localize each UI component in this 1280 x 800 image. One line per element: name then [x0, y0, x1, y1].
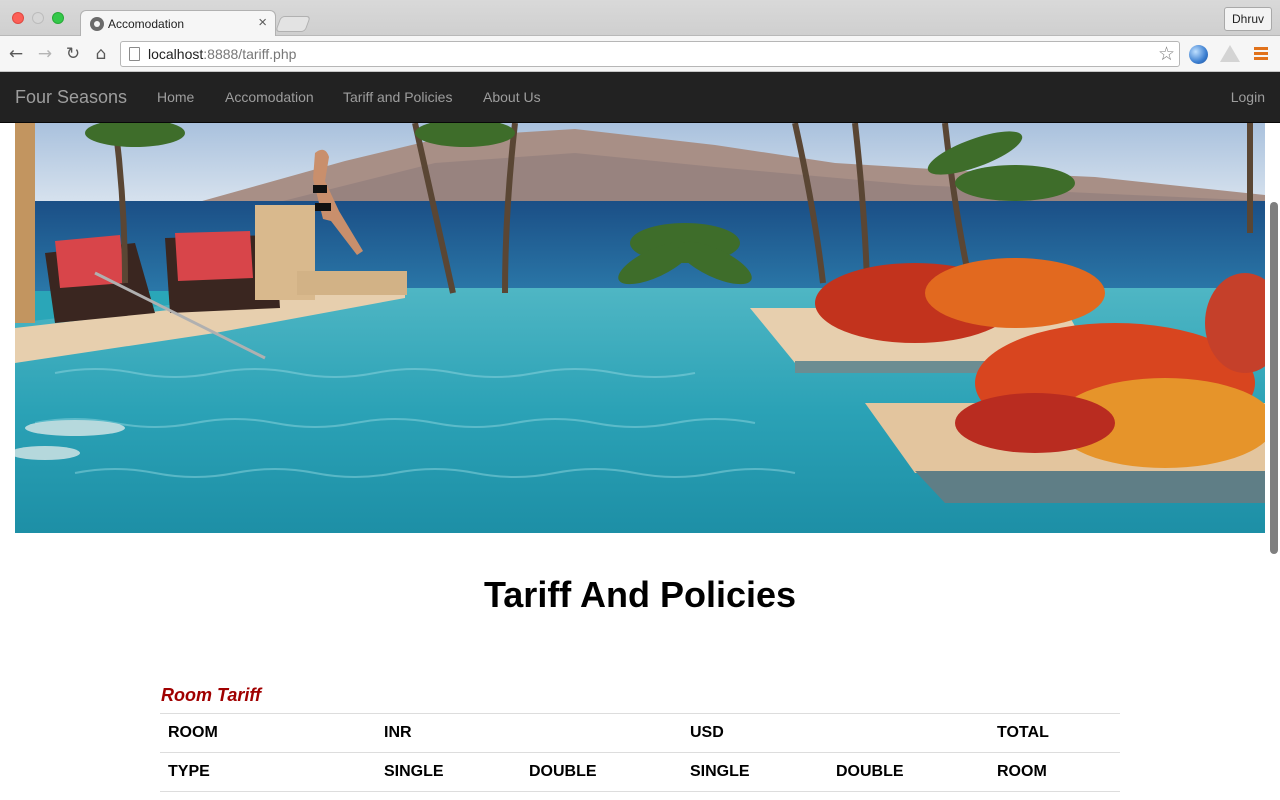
tab-close-icon[interactable]: ×	[258, 14, 267, 31]
nav-link-home[interactable]: Home	[157, 89, 194, 105]
window-minimize-button[interactable]	[32, 12, 44, 24]
url-path: :8888/tariff.php	[203, 46, 297, 62]
address-bar[interactable]: localhost:8888/tariff.php ☆	[120, 41, 1180, 67]
url-text[interactable]: localhost:8888/tariff.php	[148, 46, 296, 62]
nav-link-tariff-and-policies[interactable]: Tariff and Policies	[343, 89, 452, 105]
page-title: Tariff And Policies	[483, 574, 797, 615]
room-tariff-table: ROOM INR USD TOTAL TYPE SINGLE DOUBLE SI…	[160, 713, 1120, 792]
window-close-button[interactable]	[12, 12, 24, 24]
table-cell: ROOM	[989, 752, 1120, 792]
window-zoom-button[interactable]	[52, 12, 64, 24]
chrome-menu-icon[interactable]	[1254, 47, 1268, 60]
new-tab-button[interactable]	[275, 16, 311, 32]
table-row: ROOM INR USD TOTAL	[160, 713, 1120, 753]
browser-toolbar: ← → ↻ ⌂ localhost:8888/tariff.php ☆	[0, 36, 1280, 72]
table-cell: DOUBLE	[521, 752, 682, 792]
table-cell: TOTAL	[989, 713, 1120, 753]
nav-link-login[interactable]: Login	[1231, 89, 1265, 105]
url-host: localhost	[148, 46, 204, 62]
tab-favicon-icon	[90, 17, 104, 31]
table-cell	[828, 713, 989, 753]
table-cell: DOUBLE	[828, 752, 989, 792]
profile-button[interactable]: Dhruv	[1223, 7, 1272, 31]
browser-tab-active[interactable]: Accomodation ×	[80, 10, 276, 37]
table-row: TYPE SINGLE DOUBLE SINGLE DOUBLE ROOM	[160, 752, 1120, 792]
room-tariff-heading: Room Tariff	[161, 685, 262, 705]
navbar-brand[interactable]: Four Seasons	[15, 87, 127, 108]
nav-link-accomodation[interactable]: Accomodation	[225, 89, 314, 105]
table-cell: SINGLE	[682, 752, 828, 792]
bookmark-star-icon[interactable]: ☆	[1158, 43, 1175, 65]
tab-title: Accomodation	[108, 17, 185, 31]
table-cell: USD	[682, 713, 828, 753]
browser-titlebar: Accomodation × Dhruv	[0, 0, 1280, 37]
home-icon[interactable]: ⌂	[90, 43, 112, 65]
site-navbar: Four Seasons Home Accomodation Tariff an…	[0, 72, 1280, 123]
page-icon	[129, 47, 140, 61]
drive-extension-icon[interactable]	[1220, 45, 1240, 63]
resort-pool-illustration	[15, 123, 1265, 533]
page-scrollbar[interactable]	[1270, 202, 1278, 554]
table-cell: SINGLE	[376, 752, 521, 792]
table-cell: TYPE	[160, 752, 376, 792]
table-cell: ROOM	[160, 713, 376, 753]
reload-icon[interactable]: ↻	[62, 43, 84, 65]
globe-extension-icon[interactable]	[1189, 45, 1208, 64]
nav-link-about-us[interactable]: About Us	[483, 89, 541, 105]
table-cell: INR	[376, 713, 521, 753]
table-cell	[521, 713, 682, 753]
hero-image	[15, 123, 1265, 533]
forward-arrow-icon[interactable]: →	[34, 43, 56, 65]
back-arrow-icon[interactable]: ←	[5, 43, 27, 65]
